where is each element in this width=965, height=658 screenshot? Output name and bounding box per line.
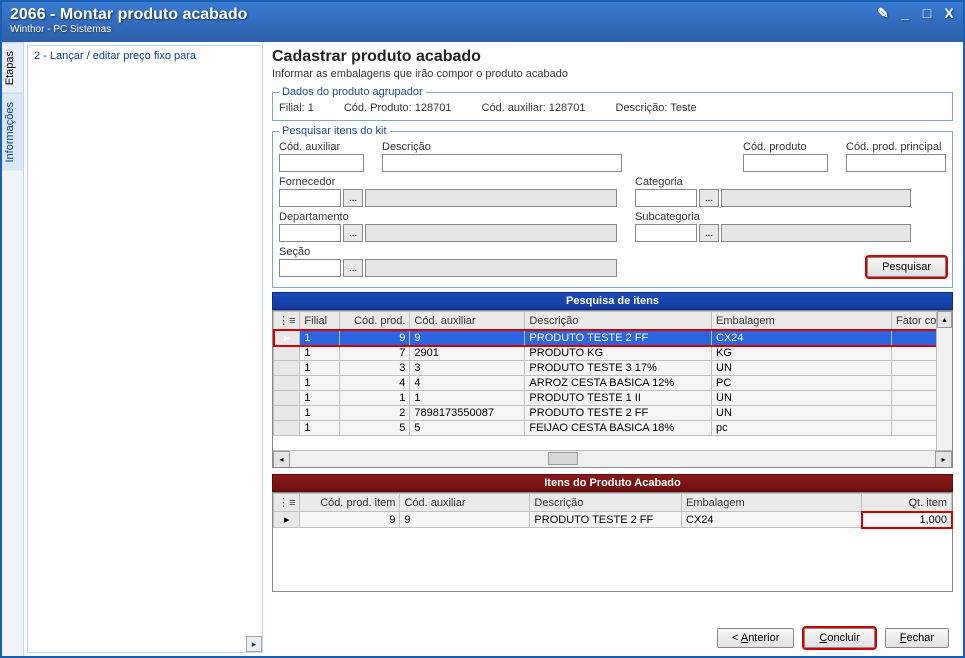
table-row[interactable]: 127898173550087PRODUTO TESTE 2 FFUN bbox=[274, 406, 952, 421]
search-fieldset: Pesquisar itens do kit Cód. auxiliar Des… bbox=[272, 125, 953, 288]
table-row[interactable]: ▸199PRODUTO TESTE 2 FFCX24 bbox=[274, 330, 952, 346]
secao-label: Seção bbox=[279, 246, 617, 258]
pesquisar-button[interactable]: Pesquisar bbox=[867, 257, 946, 277]
codaux-label: Cód. auxiliar: bbox=[482, 102, 546, 114]
secao-lookup-button[interactable]: ... bbox=[343, 259, 363, 277]
row-marker-header: ⋮≡ bbox=[274, 312, 300, 330]
minimize-icon[interactable]: _ bbox=[897, 5, 913, 22]
fechar-button[interactable]: Fechar bbox=[885, 628, 949, 648]
codaux-value: 128701 bbox=[549, 102, 586, 114]
title-bar: 2066 - Montar produto acabado Winthor - … bbox=[2, 2, 963, 42]
table-row[interactable]: 172901PRODUTO KGKG bbox=[274, 346, 952, 361]
table-row[interactable]: 155FEIJAO CESTA BASICA 18%pc bbox=[274, 421, 952, 436]
filial-value: 1 bbox=[308, 102, 314, 114]
desc-value: Teste bbox=[670, 102, 696, 114]
departamento-label: Departamento bbox=[279, 211, 617, 223]
categoria-label: Categoria bbox=[635, 176, 911, 188]
maximize-icon[interactable]: □ bbox=[919, 5, 935, 22]
scroll-thumb[interactable] bbox=[548, 452, 578, 465]
scroll-arrow-icon[interactable]: ▸ bbox=[246, 636, 262, 652]
col-emb2[interactable]: Embalagem bbox=[682, 494, 862, 512]
secao-code-input[interactable] bbox=[279, 259, 341, 277]
subcategoria-code-input[interactable] bbox=[635, 224, 697, 242]
table-row[interactable]: 133PRODUTO TESTE 3 17%UN bbox=[274, 361, 952, 376]
grid2-title: Itens do Produto Acabado bbox=[272, 474, 953, 492]
close-icon[interactable]: X bbox=[941, 5, 957, 22]
fornecedor-label: Fornecedor bbox=[279, 176, 617, 188]
table-row[interactable]: ▸ 9 9 PRODUTO TESTE 2 FF CX24 1,000 bbox=[274, 512, 952, 528]
codauxiliar-label: Cód. auxiliar bbox=[279, 141, 364, 153]
departamento-code-input[interactable] bbox=[279, 224, 341, 242]
vertical-scrollbar[interactable]: ▴ bbox=[936, 311, 952, 450]
categoria-lookup-button[interactable]: ... bbox=[699, 189, 719, 207]
categoria-desc-input bbox=[721, 189, 911, 207]
departamento-lookup-button[interactable]: ... bbox=[343, 224, 363, 242]
concluir-button[interactable]: Concluir bbox=[804, 628, 874, 648]
col-desc[interactable]: Descrição bbox=[525, 312, 712, 330]
col-codproditem[interactable]: Cód. prod. item bbox=[300, 494, 400, 512]
scroll-left-icon[interactable]: ◂ bbox=[273, 451, 290, 468]
fornecedor-desc-input bbox=[365, 189, 617, 207]
codprod-value: 128701 bbox=[415, 102, 452, 114]
col-emb[interactable]: Embalagem bbox=[712, 312, 892, 330]
scroll-up-icon[interactable]: ▴ bbox=[937, 311, 952, 328]
agrupador-fieldset: Dados do produto agrupador Filial: 1 Cód… bbox=[272, 86, 953, 121]
agrupador-legend: Dados do produto agrupador bbox=[279, 86, 426, 98]
categoria-code-input[interactable] bbox=[635, 189, 697, 207]
descricao-input[interactable] bbox=[382, 154, 622, 172]
codprodprincipal-input[interactable] bbox=[846, 154, 946, 172]
tree-item[interactable]: 2 - Lançar / editar preço fixo para bbox=[30, 48, 260, 64]
col-codprod[interactable]: Cód. prod. bbox=[340, 312, 410, 330]
subcategoria-label: Subcategoria bbox=[635, 211, 911, 223]
col-filial[interactable]: Filial bbox=[300, 312, 340, 330]
qtitem-cell[interactable]: 1,000 bbox=[862, 512, 952, 528]
secao-desc-input bbox=[365, 259, 617, 277]
tab-informacoes[interactable]: Informações bbox=[2, 93, 23, 171]
table-row[interactable]: 144ARROZ CESTA BASICA 12%PC bbox=[274, 376, 952, 391]
col-codaux2[interactable]: Cód. auxiliar bbox=[400, 494, 530, 512]
codprod-label: Cód. Produto: bbox=[344, 102, 412, 114]
desc-label: Descrição: bbox=[616, 102, 668, 114]
fornecedor-code-input[interactable] bbox=[279, 189, 341, 207]
col-desc2[interactable]: Descrição bbox=[530, 494, 682, 512]
filial-label: Filial: bbox=[279, 102, 305, 114]
codprodprincipal-label: Cód. prod. principal bbox=[846, 141, 946, 153]
search-legend: Pesquisar itens do kit bbox=[279, 125, 390, 137]
scroll-right-icon[interactable]: ▸ bbox=[935, 451, 952, 468]
col-codaux[interactable]: Cód. auxiliar bbox=[410, 312, 525, 330]
departamento-desc-input bbox=[365, 224, 617, 242]
fornecedor-lookup-button[interactable]: ... bbox=[343, 189, 363, 207]
subcategoria-lookup-button[interactable]: ... bbox=[699, 224, 719, 242]
table-row[interactable]: 111PRODUTO TESTE 1 IIUN bbox=[274, 391, 952, 406]
page-subtitle: Informar as embalagens que irão compor o… bbox=[272, 68, 953, 80]
window-title: 2066 - Montar produto acabado bbox=[10, 6, 955, 24]
descricao-label: Descrição bbox=[382, 141, 725, 153]
page-title: Cadastrar produto acabado bbox=[272, 48, 953, 66]
codproduto-label: Cód. produto bbox=[743, 141, 828, 153]
search-results-grid[interactable]: ⋮≡ Filial Cód. prod. Cód. auxiliar Descr… bbox=[272, 310, 953, 468]
side-tree-panel: 2 - Lançar / editar preço fixo para ▸ bbox=[27, 45, 263, 653]
items-grid[interactable]: ⋮≡ Cód. prod. item Cód. auxiliar Descriç… bbox=[272, 492, 953, 592]
horizontal-scrollbar[interactable]: ◂▸ bbox=[273, 450, 952, 467]
anterior-button[interactable]: < Anterior bbox=[717, 628, 794, 648]
codauxiliar-input[interactable] bbox=[279, 154, 364, 172]
grid1-title: Pesquisa de itens bbox=[272, 292, 953, 310]
edit-icon[interactable]: ✎ bbox=[875, 5, 891, 22]
codproduto-input[interactable] bbox=[743, 154, 828, 172]
subcategoria-desc-input bbox=[721, 224, 911, 242]
col-qtitem[interactable]: Qt. item bbox=[862, 494, 952, 512]
window-subtitle: Winthor - PC Sistemas bbox=[10, 24, 955, 35]
row-marker-header: ⋮≡ bbox=[274, 494, 300, 512]
vertical-tabs: Etapas Informações bbox=[2, 42, 24, 656]
tab-etapas[interactable]: Etapas bbox=[2, 42, 23, 93]
